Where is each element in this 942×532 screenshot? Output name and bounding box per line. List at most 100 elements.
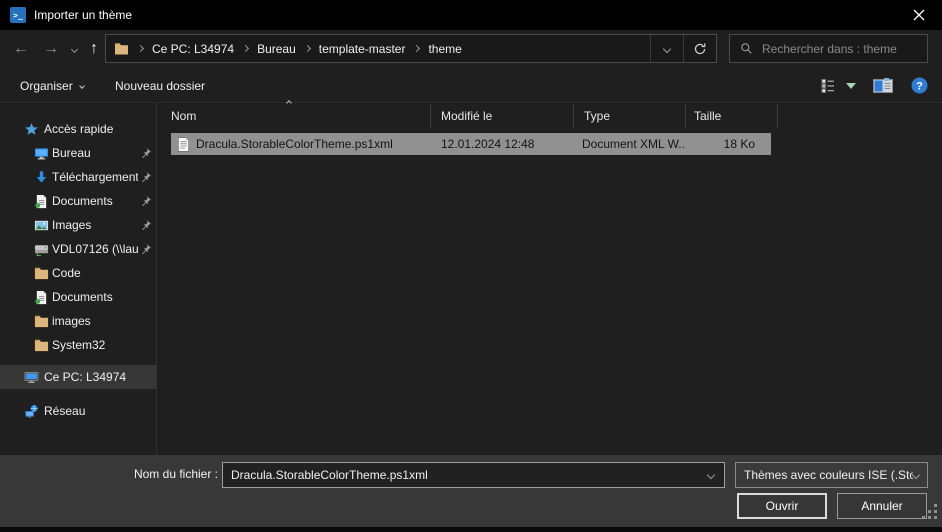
sidebar-item-pictures[interactable]: Images — [0, 213, 156, 237]
search-icon — [740, 42, 753, 55]
refresh-button[interactable] — [683, 35, 716, 62]
chevron-down-icon — [707, 471, 715, 479]
views-list-icon — [820, 78, 836, 94]
chevron-down-icon — [70, 45, 77, 52]
organize-label: Organiser — [20, 79, 73, 93]
sidebar-item-network[interactable]: Réseau — [0, 399, 156, 423]
powershell-icon: >_ — [10, 7, 26, 23]
column-header-name[interactable]: Nom — [157, 104, 431, 128]
column-header-size[interactable]: Taille — [686, 104, 778, 128]
sidebar-item-code[interactable]: Code — [0, 261, 156, 285]
views-button[interactable] — [816, 68, 840, 103]
help-button[interactable]: ? — [908, 68, 930, 103]
sidebar-item-label: Accès rapide — [44, 122, 138, 136]
file-modified: 12.01.2024 12:48 — [431, 137, 574, 151]
search-placeholder: Rechercher dans : theme — [762, 42, 897, 56]
file-list: Nom Modifié le Type Taille Dracula.Stora… — [156, 103, 942, 455]
desktop-icon — [34, 146, 49, 161]
pin-icon — [140, 195, 152, 207]
up-button[interactable]: ↑ — [82, 30, 106, 68]
breadcrumb-segment[interactable]: theme — [428, 42, 461, 56]
file-row-selected[interactable]: Dracula.StorableColorTheme.ps1xml 12.01.… — [171, 133, 771, 155]
downloads-icon — [34, 170, 49, 185]
column-header-label: Nom — [171, 109, 196, 123]
column-header-modified[interactable]: Modifié le — [431, 104, 574, 128]
recent-locations-button[interactable] — [66, 30, 82, 68]
pictures-icon — [34, 218, 49, 233]
sidebar-item-label: images — [52, 314, 138, 328]
folder-icon — [34, 338, 49, 353]
file-size: 18 Ko — [686, 137, 771, 151]
sidebar-item-label: Images — [52, 218, 138, 232]
preview-pane-button[interactable] — [871, 68, 895, 103]
breadcrumb-chevron-icon — [304, 45, 311, 52]
sidebar-item-this-pc[interactable]: Ce PC: L34974 — [0, 365, 156, 389]
open-button[interactable]: Ouvrir — [737, 493, 827, 519]
sidebar-item-label: Bureau — [52, 146, 138, 160]
chevron-down-icon — [846, 83, 856, 89]
column-headers: Nom Modifié le Type Taille — [157, 104, 778, 128]
breadcrumb-chevron-icon — [413, 45, 420, 52]
resize-grip[interactable] — [922, 504, 937, 519]
organize-button[interactable]: Organiser — [20, 68, 84, 103]
cancel-button[interactable]: Annuler — [837, 493, 927, 519]
back-arrow-icon: ← — [13, 40, 29, 58]
breadcrumb-chevron-icon — [137, 45, 144, 52]
sidebar-item-network-drive[interactable]: VDL07126 (\\laus — [0, 237, 156, 261]
pin-icon — [140, 171, 152, 183]
pin-icon — [140, 147, 152, 159]
sidebar-item-label: Ce PC: L34974 — [44, 370, 138, 384]
svg-text:?: ? — [916, 81, 923, 93]
network-drive-icon — [34, 242, 49, 257]
sidebar-item-label: Réseau — [44, 404, 138, 418]
sidebar-item-documents-2[interactable]: Documents — [0, 285, 156, 309]
computer-icon — [24, 370, 39, 385]
breadcrumb-chevron-icon — [242, 45, 249, 52]
chevron-down-icon — [912, 471, 920, 479]
search-input[interactable]: Rechercher dans : theme — [729, 34, 928, 63]
sidebar-item-documents[interactable]: Documents — [0, 189, 156, 213]
sidebar-item-desktop[interactable]: Bureau — [0, 141, 156, 165]
breadcrumb-segment[interactable]: Bureau — [257, 42, 296, 56]
column-header-label: Modifié le — [441, 109, 492, 123]
filetype-value: Thèmes avec couleurs ISE (.Stor — [744, 468, 913, 482]
pin-icon — [140, 243, 152, 255]
window-bottom-edge — [0, 527, 942, 532]
window-title: Importer un thème — [34, 8, 132, 22]
open-button-label: Ouvrir — [766, 499, 799, 513]
new-folder-label: Nouveau dossier — [115, 79, 205, 93]
folder-icon — [34, 314, 49, 329]
filename-input[interactable]: Dracula.StorableColorTheme.ps1xml — [222, 462, 725, 488]
help-icon: ? — [911, 77, 928, 94]
address-bar[interactable]: Ce PC: L34974 Bureau template-master the… — [105, 34, 717, 63]
file-name-cell: Dracula.StorableColorTheme.ps1xml — [171, 137, 431, 152]
sidebar: Accès rapide Bureau Téléchargements — [0, 103, 156, 455]
network-icon — [24, 404, 39, 419]
sidebar-item-quick-access[interactable]: Accès rapide — [0, 117, 156, 141]
column-header-type[interactable]: Type — [574, 104, 686, 128]
close-button[interactable] — [904, 4, 934, 26]
file-type: Document XML W... — [574, 137, 686, 151]
sidebar-item-system32[interactable]: System32 — [0, 333, 156, 357]
views-dropdown-button[interactable] — [842, 68, 860, 103]
filetype-select[interactable]: Thèmes avec couleurs ISE (.Stor — [735, 462, 928, 488]
breadcrumb-segment[interactable]: Ce PC: L34974 — [152, 42, 234, 56]
command-bar: Organiser Nouveau dossier ? — [0, 68, 942, 103]
address-dropdown-button[interactable] — [650, 35, 683, 62]
preview-pane-icon — [873, 78, 893, 93]
chevron-down-icon — [79, 83, 85, 89]
new-folder-button[interactable]: Nouveau dossier — [115, 68, 205, 103]
xml-document-icon — [177, 137, 190, 152]
sidebar-item-images-folder[interactable]: images — [0, 309, 156, 333]
forward-arrow-icon: → — [43, 40, 59, 58]
forward-button[interactable]: → — [38, 30, 64, 68]
title-bar: >_ Importer un thème — [0, 0, 942, 30]
pin-icon — [140, 219, 152, 231]
column-header-label: Taille — [694, 109, 721, 123]
back-button[interactable]: ← — [8, 30, 34, 68]
sidebar-item-downloads[interactable]: Téléchargements — [0, 165, 156, 189]
breadcrumb: Ce PC: L34974 Bureau template-master the… — [106, 35, 650, 62]
chevron-down-icon — [663, 44, 671, 52]
sidebar-item-label: VDL07126 (\\laus — [52, 242, 138, 256]
breadcrumb-segment[interactable]: template-master — [319, 42, 406, 56]
